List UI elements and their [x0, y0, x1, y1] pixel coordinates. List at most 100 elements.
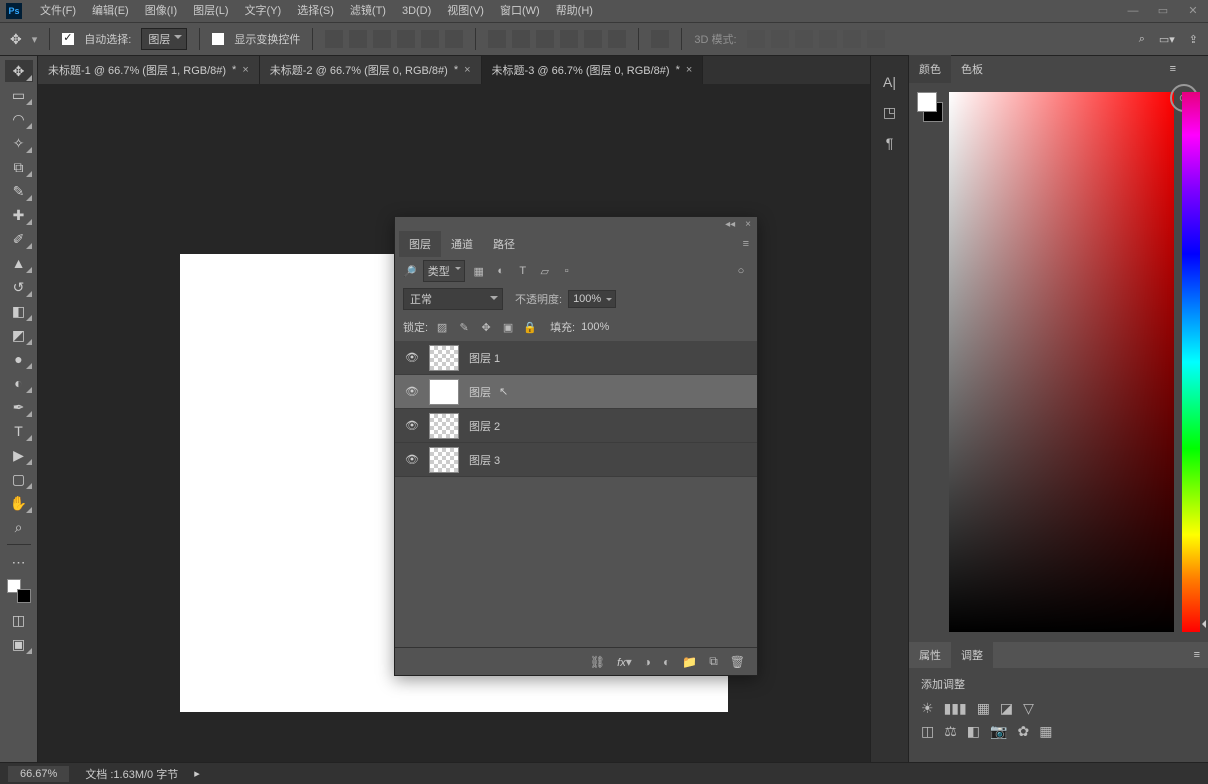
auto-select-target-dropdown[interactable]: 图层: [141, 28, 187, 50]
hue-slider[interactable]: [1182, 92, 1200, 632]
filter-shape-icon[interactable]: ▱: [537, 265, 553, 278]
layer-name[interactable]: 图层 1: [469, 350, 500, 366]
eraser-tool[interactable]: ◧: [5, 300, 33, 322]
opacity-field[interactable]: 100%: [568, 290, 616, 308]
paragraph-panel-icon[interactable]: ◳: [883, 104, 896, 121]
fill-field[interactable]: 100%: [581, 321, 609, 333]
menu-view[interactable]: 视图(V): [439, 0, 492, 22]
doc-info-label[interactable]: 文档 :1.63M/0 字节: [85, 766, 178, 782]
lock-image-icon[interactable]: ✎: [456, 321, 472, 334]
menu-help[interactable]: 帮助(H): [548, 0, 601, 22]
exposure-adj-icon[interactable]: ◪: [1000, 700, 1013, 717]
auto-select-checkbox[interactable]: [62, 33, 74, 45]
history-brush-tool[interactable]: ↺: [5, 276, 33, 298]
share-icon[interactable]: ⇪: [1189, 33, 1198, 46]
bw-adj-icon[interactable]: ◧: [967, 723, 980, 740]
vibrance-adj-icon[interactable]: ▽: [1023, 700, 1034, 717]
filter-smart-icon[interactable]: ▫: [559, 265, 575, 277]
distribute-icon[interactable]: [488, 30, 506, 48]
layer-mask-icon[interactable]: ◑: [644, 655, 651, 669]
background-swatch[interactable]: [17, 589, 31, 603]
show-transform-checkbox[interactable]: [212, 33, 224, 45]
color-picker-field[interactable]: [949, 92, 1174, 632]
menu-layer[interactable]: 图层(L): [185, 0, 236, 22]
visibility-toggle-icon[interactable]: 👁: [405, 419, 419, 432]
filter-adjustment-icon[interactable]: ◐: [493, 265, 509, 277]
shape-tool[interactable]: ▢: [5, 468, 33, 490]
close-tab-icon[interactable]: ×: [686, 64, 692, 76]
color-swatches[interactable]: [7, 579, 31, 603]
tab-color[interactable]: 颜色: [909, 55, 951, 83]
zoom-tool[interactable]: ⌕: [5, 516, 33, 538]
distribute-icon[interactable]: [560, 30, 578, 48]
brush-tool[interactable]: ✐: [5, 228, 33, 250]
panel-menu-icon[interactable]: ≡: [1170, 63, 1176, 75]
menu-filter[interactable]: 滤镜(T): [342, 0, 394, 22]
link-layers-icon[interactable]: ⛓: [590, 655, 605, 669]
tab-swatches[interactable]: 色板: [951, 55, 993, 83]
window-maximize-button[interactable]: ▭: [1148, 0, 1178, 22]
align-icon[interactable]: [421, 30, 439, 48]
type-tool[interactable]: T: [5, 420, 33, 442]
document-tab[interactable]: 未标题-1 @ 66.7% (图层 1, RGB/8#)*×: [38, 56, 260, 84]
menu-select[interactable]: 选择(S): [289, 0, 342, 22]
dodge-tool[interactable]: ◐: [5, 372, 33, 394]
dropdown-caret-icon[interactable]: ▾: [32, 33, 38, 46]
edit-toolbar-button[interactable]: ⋯: [5, 551, 33, 573]
glyphs-panel-icon[interactable]: ¶: [886, 135, 894, 151]
align-icon[interactable]: [325, 30, 343, 48]
visibility-toggle-icon[interactable]: 👁: [405, 351, 419, 364]
curves-adj-icon[interactable]: ▦: [977, 700, 990, 717]
layer-thumbnail[interactable]: [429, 447, 459, 473]
menu-3d[interactable]: 3D(D): [394, 0, 439, 22]
visibility-toggle-icon[interactable]: 👁: [405, 385, 419, 398]
collapse-panel-icon[interactable]: ◂◂: [725, 219, 735, 230]
tab-properties[interactable]: 属性: [909, 641, 951, 669]
workspace-icon[interactable]: ▭▾: [1159, 33, 1175, 46]
layer-thumbnail[interactable]: [429, 413, 459, 439]
filter-search-icon[interactable]: 🔎: [403, 265, 417, 278]
marquee-tool[interactable]: ▭: [5, 84, 33, 106]
align-icon[interactable]: [373, 30, 391, 48]
visibility-toggle-icon[interactable]: 👁: [405, 453, 419, 466]
channel-mixer-adj-icon[interactable]: ✿: [1017, 723, 1029, 740]
layer-name[interactable]: 图层 3: [469, 452, 500, 468]
filter-pixel-icon[interactable]: ▦: [471, 265, 487, 278]
hue-adj-icon[interactable]: ◫: [921, 723, 934, 740]
color-balance-adj-icon[interactable]: ⚖: [944, 723, 957, 740]
align-icon[interactable]: [445, 30, 463, 48]
panel-menu-icon[interactable]: ≡: [743, 238, 749, 250]
blur-tool[interactable]: ●: [5, 348, 33, 370]
pen-tool[interactable]: ✒: [5, 396, 33, 418]
distribute-icon[interactable]: [608, 30, 626, 48]
tab-adjustments[interactable]: 调整: [951, 641, 993, 669]
doc-info-caret-icon[interactable]: ▸: [194, 767, 200, 780]
filter-type-icon[interactable]: T: [515, 265, 531, 277]
foreground-swatch[interactable]: [917, 92, 937, 112]
menu-image[interactable]: 图像(I): [137, 0, 185, 22]
align-icon[interactable]: [397, 30, 415, 48]
distribute-icon[interactable]: [536, 30, 554, 48]
layer-group-icon[interactable]: 📁: [682, 655, 697, 669]
layer-fx-icon[interactable]: fx▾: [617, 655, 632, 669]
filter-toggle-switch[interactable]: ○: [733, 265, 749, 277]
layer-row[interactable]: 👁 图层 2: [395, 409, 757, 443]
panel-menu-icon[interactable]: ≡: [1194, 649, 1200, 661]
layer-name[interactable]: 图层 2: [469, 418, 500, 434]
tab-layers[interactable]: 图层: [399, 231, 441, 257]
layer-row[interactable]: 👁 图层 ↖: [395, 375, 757, 409]
stamp-tool[interactable]: ▲: [5, 252, 33, 274]
tab-channels[interactable]: 通道: [441, 231, 483, 257]
screen-mode-button[interactable]: ▣: [5, 633, 33, 655]
path-select-tool[interactable]: ▶: [5, 444, 33, 466]
menu-file[interactable]: 文件(F): [32, 0, 84, 22]
close-tab-icon[interactable]: ×: [242, 64, 248, 76]
color-lookup-adj-icon[interactable]: ▦: [1039, 723, 1052, 740]
delete-layer-icon[interactable]: 🗑: [730, 655, 745, 669]
layer-row[interactable]: 👁 图层 3: [395, 443, 757, 477]
crop-tool[interactable]: ⧉: [5, 156, 33, 178]
layer-thumbnail[interactable]: [429, 379, 459, 405]
lock-artboard-icon[interactable]: ▣: [500, 321, 516, 334]
move-tool[interactable]: ✥: [5, 60, 33, 82]
close-tab-icon[interactable]: ×: [464, 64, 470, 76]
